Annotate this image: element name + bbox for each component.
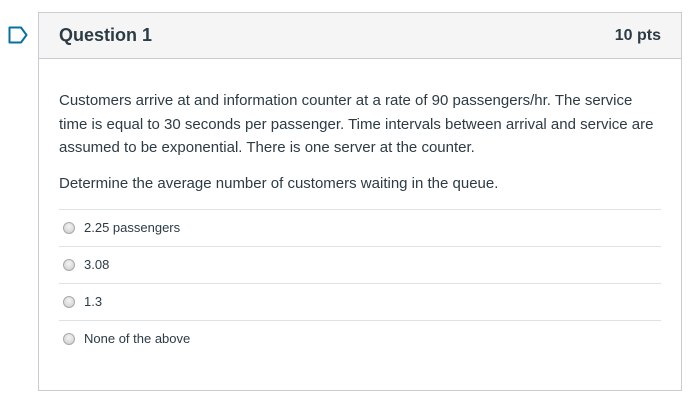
radio-button[interactable] (63, 258, 75, 271)
answer-list: 2.25 passengers 3.08 1.3 None of the abo… (59, 208, 661, 357)
question-card: Question 1 10 pts Customers arrive at an… (38, 12, 682, 391)
question-header: Question 1 10 pts (39, 13, 681, 59)
radio-button[interactable] (63, 295, 75, 308)
answer-option[interactable]: 3.08 (59, 245, 661, 283)
answer-option[interactable]: None of the above (59, 319, 661, 357)
question-text: Customers arrive at and information coun… (59, 92, 654, 156)
question-prompt: Determine the average number of customer… (59, 174, 499, 192)
question-body: Customers arrive at and information coun… (39, 59, 681, 357)
radio-button[interactable] (63, 332, 75, 345)
answer-option[interactable]: 2.25 passengers (59, 208, 661, 246)
question-title: Question 1 (59, 25, 153, 45)
answer-label[interactable]: None of the above (84, 331, 190, 346)
answer-option[interactable]: 1.3 (59, 282, 661, 320)
answer-label[interactable]: 1.3 (84, 294, 102, 309)
flag-question-icon[interactable] (8, 26, 28, 44)
radio-button[interactable] (63, 221, 75, 234)
question-points: 10 pts (614, 26, 661, 44)
answer-label[interactable]: 3.08 (84, 257, 109, 272)
answer-label[interactable]: 2.25 passengers (84, 220, 180, 235)
